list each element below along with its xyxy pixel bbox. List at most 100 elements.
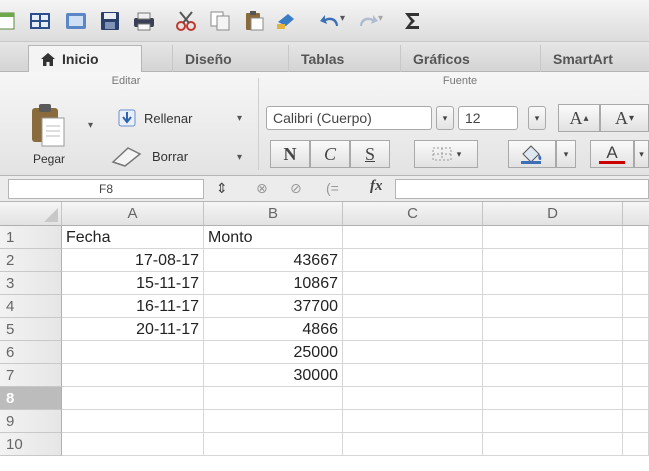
row-header[interactable]: 7	[0, 364, 62, 387]
table-cell[interactable]	[343, 249, 483, 272]
table-cell[interactable]	[62, 364, 204, 387]
table-cell[interactable]	[483, 318, 623, 341]
table-cell[interactable]: 15-11-17	[62, 272, 204, 295]
paste-button[interactable]	[26, 100, 70, 150]
autosum-icon[interactable]	[398, 8, 426, 34]
table-cell[interactable]: 20-11-17	[62, 318, 204, 341]
shrink-font-button[interactable]: A ▾	[600, 104, 649, 132]
fill-color-button[interactable]	[508, 140, 556, 168]
italic-button[interactable]: C	[310, 140, 350, 168]
tab-tablas[interactable]: Tablas	[288, 45, 356, 72]
tab-diseno[interactable]: Diseño	[172, 45, 244, 72]
font-color-dropdown[interactable]: ▾	[634, 140, 649, 168]
font-size-dropdown[interactable]: ▾	[528, 106, 546, 130]
table-cell[interactable]: 43667	[204, 249, 343, 272]
name-box[interactable]: F8	[8, 179, 204, 199]
column-header-c[interactable]: C	[343, 202, 483, 226]
redo-dropdown-arrow[interactable]: ▾	[378, 13, 383, 24]
table-cell[interactable]	[483, 226, 623, 249]
paste-icon[interactable]	[240, 8, 268, 34]
column-header-a[interactable]: A	[62, 202, 204, 226]
table-cell[interactable]	[623, 272, 649, 295]
table-cell[interactable]: 16-11-17	[62, 295, 204, 318]
table-cell[interactable]	[204, 387, 343, 410]
table-cell[interactable]	[623, 249, 649, 272]
copy-icon[interactable]	[206, 8, 234, 34]
table-cell[interactable]: 37700	[204, 295, 343, 318]
column-header-b[interactable]: B	[204, 202, 343, 226]
table-cell[interactable]: 17-08-17	[62, 249, 204, 272]
table-cell[interactable]	[623, 387, 649, 410]
row-header[interactable]: 9	[0, 410, 62, 433]
confirm-icon[interactable]: ⊘	[290, 180, 302, 197]
underline-button[interactable]: S	[350, 140, 390, 168]
column-header-d[interactable]: D	[483, 202, 623, 226]
font-color-button[interactable]: A	[590, 140, 634, 168]
paste-dropdown-arrow[interactable]: ▾	[88, 120, 93, 131]
row-header[interactable]: 1	[0, 226, 62, 249]
table-cell[interactable]	[623, 295, 649, 318]
function-icon[interactable]: fx	[370, 178, 383, 195]
font-name-dropdown[interactable]: ▾	[436, 106, 454, 130]
fill-color-dropdown[interactable]: ▾	[556, 140, 576, 168]
bold-button[interactable]: N	[270, 140, 310, 168]
table-cell[interactable]: 10867	[204, 272, 343, 295]
row-header[interactable]: 8	[0, 387, 62, 410]
table-cell[interactable]	[483, 410, 623, 433]
table-cell[interactable]	[343, 295, 483, 318]
format-painter-icon[interactable]	[272, 8, 300, 34]
table-cell[interactable]: 30000	[204, 364, 343, 387]
tab-inicio[interactable]: Inicio	[28, 45, 142, 72]
table-cell[interactable]	[483, 341, 623, 364]
gallery-icon[interactable]	[62, 8, 90, 34]
table-cell[interactable]	[62, 387, 204, 410]
table-cell[interactable]	[483, 433, 623, 456]
table-cell[interactable]	[343, 364, 483, 387]
table-cell[interactable]	[343, 272, 483, 295]
table-cell[interactable]	[343, 410, 483, 433]
font-name-field[interactable]: Calibri (Cuerpo)	[266, 106, 432, 130]
table-cell[interactable]	[343, 226, 483, 249]
new-sheet-icon[interactable]	[0, 8, 22, 34]
table-cell[interactable]	[483, 387, 623, 410]
fill-button[interactable]: Rellenar	[118, 106, 192, 130]
row-header[interactable]: 2	[0, 249, 62, 272]
table-cell[interactable]: 25000	[204, 341, 343, 364]
font-size-field[interactable]: 12	[458, 106, 518, 130]
table-cell[interactable]	[343, 318, 483, 341]
clear-dropdown-arrow[interactable]: ▾	[237, 152, 242, 163]
table-cell[interactable]	[343, 341, 483, 364]
table-cell[interactable]	[62, 433, 204, 456]
table-cell[interactable]	[623, 410, 649, 433]
row-header[interactable]: 3	[0, 272, 62, 295]
undo-dropdown-arrow[interactable]: ▾	[340, 13, 345, 24]
table-cell[interactable]	[62, 410, 204, 433]
row-header[interactable]: 5	[0, 318, 62, 341]
table-cell[interactable]: Fecha	[62, 226, 204, 249]
table-cell[interactable]	[483, 364, 623, 387]
table-cell[interactable]	[623, 341, 649, 364]
clear-button[interactable]: Borrar	[110, 144, 188, 168]
table-cell[interactable]	[204, 433, 343, 456]
cut-icon[interactable]	[172, 8, 200, 34]
equals-icon[interactable]: (=	[326, 180, 339, 196]
tab-smartart[interactable]: SmartArt	[540, 45, 625, 72]
table-cell[interactable]	[483, 249, 623, 272]
table-cell[interactable]	[343, 387, 483, 410]
table-cell[interactable]: 4866	[204, 318, 343, 341]
row-header[interactable]: 6	[0, 341, 62, 364]
table-cell[interactable]: Monto	[204, 226, 343, 249]
borders-button[interactable]: ▾	[414, 140, 478, 168]
grow-font-button[interactable]: A ▴	[558, 104, 600, 132]
row-header[interactable]: 10	[0, 433, 62, 456]
select-all-corner[interactable]	[0, 202, 62, 226]
table-cell[interactable]	[343, 433, 483, 456]
column-header-e[interactable]	[623, 202, 649, 226]
print-icon[interactable]	[130, 8, 158, 34]
tab-graficos[interactable]: Gráficos	[400, 45, 482, 72]
grid-icon[interactable]	[26, 8, 54, 34]
table-cell[interactable]	[623, 433, 649, 456]
save-icon[interactable]	[96, 8, 124, 34]
row-header[interactable]: 4	[0, 295, 62, 318]
name-box-stepper-icon[interactable]: ⇕	[216, 180, 228, 197]
